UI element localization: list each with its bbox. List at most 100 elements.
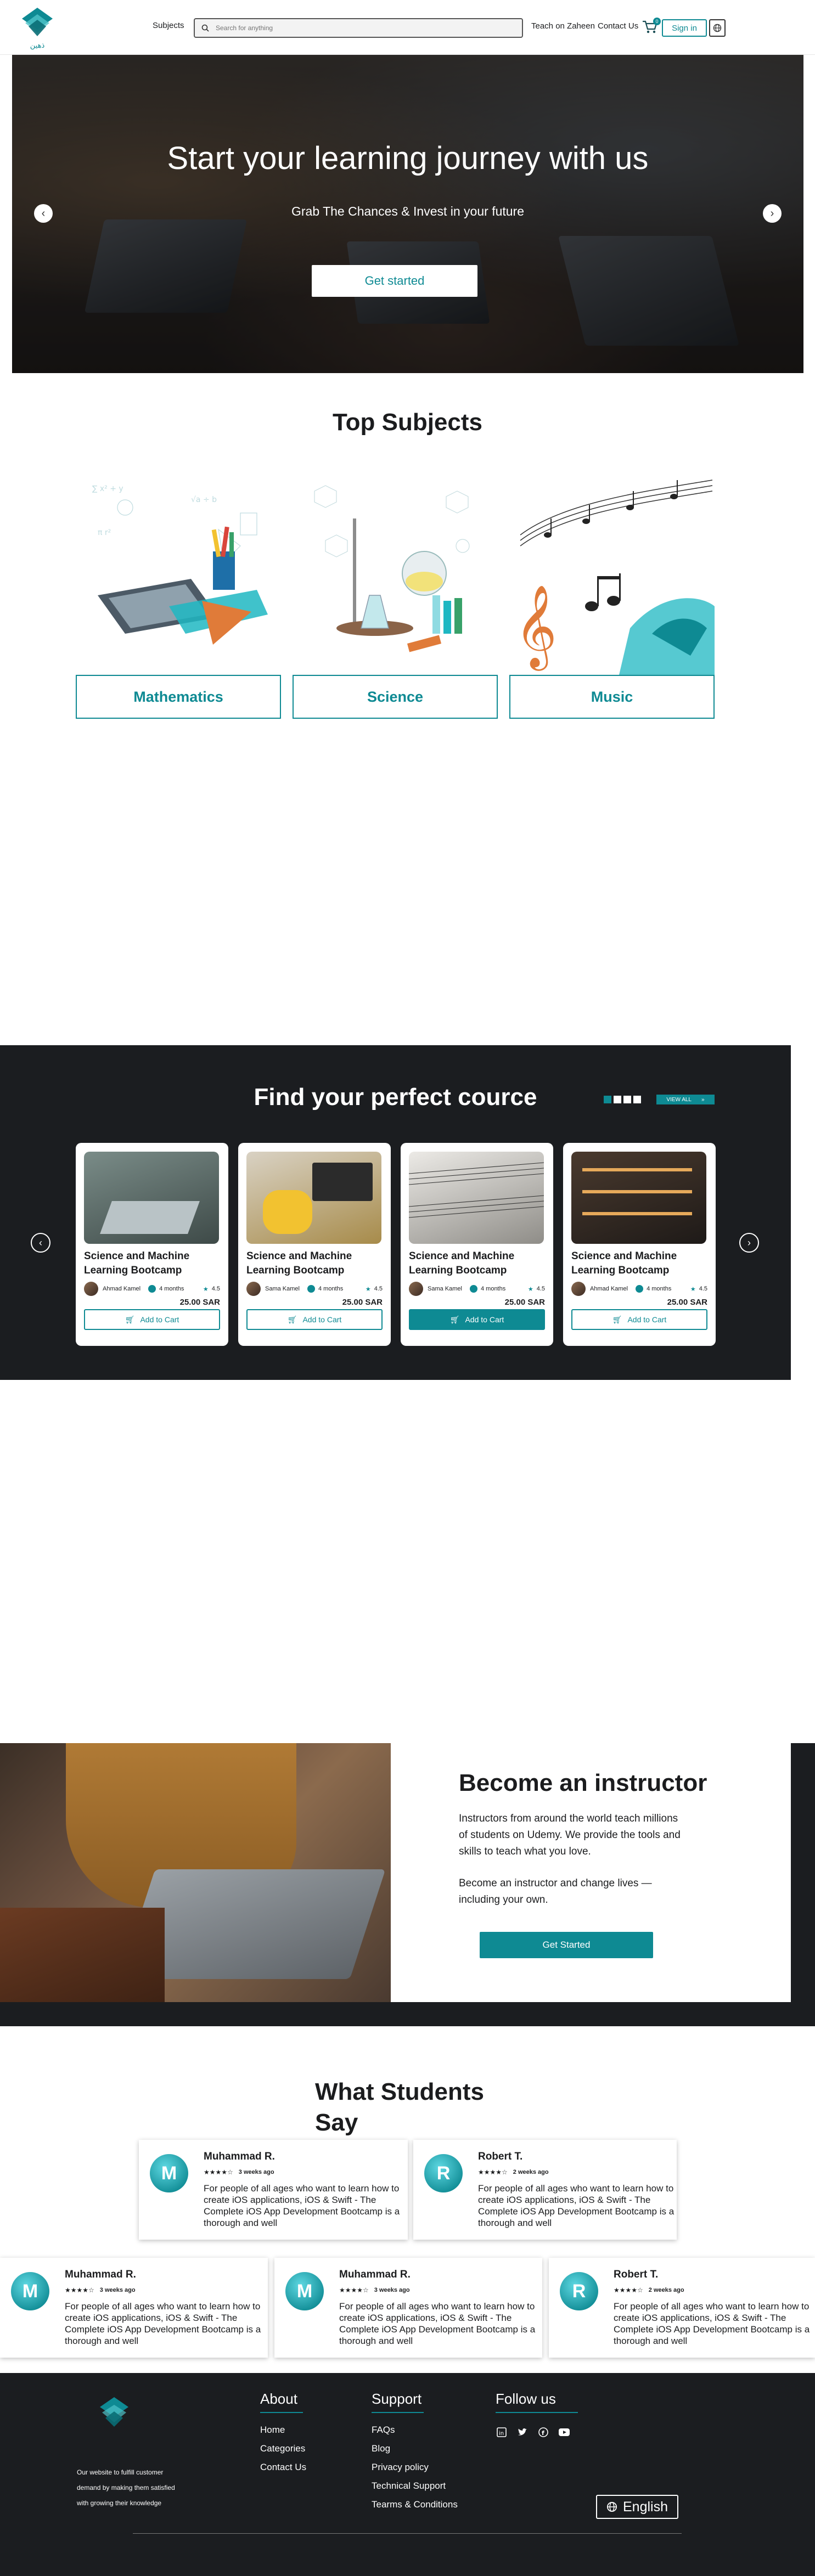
course-card[interactable]: Science and Machine Learning Bootcamp Ah…: [76, 1143, 228, 1346]
instructor-avatar: [84, 1282, 98, 1296]
footer-logo[interactable]: [94, 2395, 134, 2434]
course-meta: Sama Kamel 4 months ★ 4.5: [246, 1282, 383, 1296]
review-rating: ★★★★☆ 3 weeks ago: [65, 2286, 136, 2294]
course-card[interactable]: Science and Machine Learning Bootcamp Sa…: [401, 1143, 553, 1346]
carousel-dot[interactable]: [623, 1096, 631, 1103]
zaheen-logo[interactable]: ذهين: [15, 7, 59, 53]
star-icon: ★: [527, 1286, 533, 1293]
instructor-name: Sama Kamel: [428, 1286, 462, 1292]
instructor-bottom-strip: [0, 2002, 815, 2026]
footer-link-privacy[interactable]: Privacy policy: [372, 2461, 481, 2473]
reviewer-avatar: M: [11, 2272, 49, 2310]
course-title[interactable]: Science and Machine Learning Bootcamp: [246, 1249, 383, 1278]
review-card: R Robert T. ★★★★☆ 2 weeks ago For people …: [413, 2140, 677, 2240]
youtube-icon[interactable]: [558, 2426, 570, 2438]
view-all-button[interactable]: VIEW ALL »: [656, 1095, 715, 1104]
science-illustration: [293, 469, 498, 675]
language-selector[interactable]: English: [596, 2495, 678, 2519]
cart-count-badge: 0: [653, 18, 661, 25]
courses-prev-button[interactable]: ‹: [31, 1233, 50, 1253]
get-started-button[interactable]: Get started: [312, 265, 477, 297]
carousel-dot[interactable]: [633, 1096, 641, 1103]
reviewer-name: Robert T.: [478, 2151, 523, 2162]
sign-in-button[interactable]: Sign in: [662, 19, 707, 37]
review-card: M Muhammad R. ★★★★☆ 3 weeks ago For peopl…: [139, 2140, 408, 2240]
clock-icon: [469, 1285, 477, 1293]
reviewer-name: Robert T.: [614, 2269, 659, 2280]
footer-heading-underline: [372, 2412, 424, 2413]
review-text: For people of all ages who want to learn…: [478, 2183, 675, 2228]
review-time: 3 weeks ago: [374, 2287, 410, 2293]
footer-link-support[interactable]: Technical Support: [372, 2480, 481, 2492]
site-header: ذهين Subjects Teach on Zaheen Contact Us…: [0, 0, 815, 55]
nav-contact[interactable]: Contact Us: [598, 21, 638, 31]
review-rating: ★★★★☆ 3 weeks ago: [339, 2286, 410, 2294]
nav-subjects[interactable]: Subjects: [153, 21, 184, 30]
course-duration: 4 months: [318, 1286, 344, 1292]
courses-next-button[interactable]: ›: [739, 1233, 759, 1253]
review-time: 2 weeks ago: [513, 2169, 549, 2175]
subject-card-music[interactable]: 𝄞 Music: [509, 469, 715, 719]
course-title[interactable]: Science and Machine Learning Bootcamp: [84, 1249, 220, 1278]
instructor-photo: [0, 1743, 391, 2002]
cart-icon: 🛒︎: [287, 1315, 297, 1324]
hero-prev-button[interactable]: ‹: [34, 204, 53, 223]
course-duration: 4 months: [159, 1286, 184, 1292]
become-instructor-button[interactable]: Get Started: [480, 1932, 653, 1958]
double-chevron-icon: »: [701, 1096, 705, 1103]
footer-link-contact[interactable]: Contact Us: [260, 2461, 326, 2473]
review-card: M Muhammad R. ★★★★☆ 3 weeks ago For peopl…: [274, 2258, 542, 2358]
language-label: English: [623, 2499, 668, 2515]
linkedin-icon[interactable]: in: [496, 2426, 508, 2438]
search-bar[interactable]: [194, 18, 523, 38]
course-card[interactable]: Science and Machine Learning Bootcamp Sa…: [238, 1143, 391, 1346]
footer-link-faqs[interactable]: FAQs: [372, 2424, 481, 2436]
subject-label-mathematics[interactable]: Mathematics: [76, 675, 281, 719]
language-button[interactable]: [709, 19, 726, 37]
review-card: M Muhammad R. ★★★★☆ 3 weeks ago For peopl…: [0, 2258, 268, 2358]
course-title[interactable]: Science and Machine Learning Bootcamp: [409, 1249, 545, 1278]
subject-card-science[interactable]: Science: [293, 469, 498, 719]
footer-link-home[interactable]: Home: [260, 2424, 303, 2436]
subject-card-mathematics[interactable]: ∑ x² + y √a ÷ b π r² Mathematics: [76, 469, 281, 719]
globe-icon: [713, 24, 722, 32]
add-to-cart-label: Add to Cart: [302, 1315, 342, 1324]
cart-icon: 🛒︎: [612, 1315, 622, 1324]
twitter-icon[interactable]: [516, 2426, 529, 2438]
search-input[interactable]: [216, 24, 501, 32]
facebook-icon[interactable]: f: [537, 2426, 549, 2438]
search-icon: [201, 24, 209, 32]
svg-text:𝄞: 𝄞: [515, 584, 557, 671]
cart-button[interactable]: 0: [642, 18, 661, 36]
subject-label-science[interactable]: Science: [293, 675, 498, 719]
footer-link-categories[interactable]: Categories: [260, 2443, 326, 2455]
carousel-dots[interactable]: [604, 1096, 643, 1106]
add-to-cart-button[interactable]: 🛒︎ Add to Cart: [84, 1309, 220, 1330]
hero-title: Start your learning journey with us: [167, 140, 649, 176]
music-illustration: 𝄞: [509, 469, 715, 675]
course-card[interactable]: Science and Machine Learning Bootcamp Ah…: [563, 1143, 716, 1346]
course-title[interactable]: Science and Machine Learning Bootcamp: [571, 1249, 707, 1278]
footer-link-blog[interactable]: Blog: [372, 2443, 481, 2455]
site-footer: Our website to fulfill customer demand b…: [0, 2373, 815, 2576]
add-to-cart-button[interactable]: 🛒︎ Add to Cart: [571, 1309, 707, 1330]
add-to-cart-button[interactable]: 🛒︎ Add to Cart: [246, 1309, 383, 1330]
hero-next-button[interactable]: ›: [763, 204, 782, 223]
instructor-name: Ahmad Kamel: [103, 1286, 141, 1292]
footer-about-column: About Home Categories Contact Us: [260, 2391, 306, 2473]
star-icon: ★: [203, 1286, 209, 1293]
reviewer-name: Muhammad R.: [65, 2269, 136, 2280]
course-duration: 4 months: [480, 1286, 506, 1292]
carousel-dot[interactable]: [604, 1096, 611, 1103]
footer-support-heading: Support: [372, 2391, 422, 2407]
nav-teach[interactable]: Teach on Zaheen: [531, 21, 595, 31]
footer-link-terms[interactable]: Tearms & Conditions: [372, 2499, 481, 2511]
clock-icon: [636, 1285, 644, 1293]
logo-text: ذهين: [30, 42, 45, 50]
carousel-dot[interactable]: [614, 1096, 621, 1103]
instructor-name: Ahmad Kamel: [590, 1286, 628, 1292]
subject-label-music[interactable]: Music: [509, 675, 715, 719]
rating-stars: ★★★★☆: [65, 2286, 94, 2294]
add-to-cart-button[interactable]: 🛒︎ Add to Cart: [409, 1309, 545, 1330]
reviewer-avatar: M: [150, 2154, 188, 2192]
